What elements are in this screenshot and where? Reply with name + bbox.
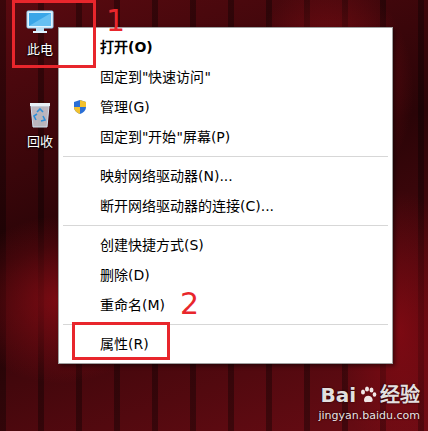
menu-item[interactable]: 断开网络驱动器的连接(C)... (59, 191, 392, 221)
watermark: Bai 经验 jingyan.baidu.com (318, 383, 420, 423)
menu-item[interactable]: 重命名(M) (59, 290, 392, 320)
menu-item[interactable]: 属性(R) (59, 329, 392, 359)
menu-item[interactable]: 创建快捷方式(S) (59, 230, 392, 260)
paw-icon (358, 385, 378, 405)
watermark-brand: Bai (320, 383, 356, 407)
menu-item-label: 管理(G) (100, 97, 150, 118)
menu-item-label: 打开(O) (100, 37, 153, 58)
menu-item-label: 映射网络驱动器(N)... (100, 166, 233, 187)
watermark-name: 经验 (380, 383, 420, 407)
menu-separator (59, 221, 392, 230)
desktop-icon-label: 此电 (27, 42, 53, 58)
watermark-url: jingyan.baidu.com (318, 409, 420, 423)
menu-item-label: 固定到"开始"屏幕(P) (100, 127, 230, 148)
highlight-box (12, 0, 96, 68)
menu-item-label: 重命名(M) (100, 295, 165, 316)
menu-item-label: 创建快捷方式(S) (100, 235, 204, 256)
menu-separator (59, 152, 392, 161)
recycle-bin-icon (24, 98, 56, 130)
step-number: 2 (180, 288, 199, 320)
highlight-box (72, 322, 170, 360)
desktop-icon-label: 回收 (27, 134, 53, 150)
menu-item-label: 断开网络驱动器的连接(C)... (100, 196, 274, 217)
this-pc-icon (24, 6, 56, 38)
menu-item[interactable]: 固定到"开始"屏幕(P) (59, 122, 392, 152)
menu-item-label: 属性(R) (100, 334, 149, 355)
menu-item[interactable]: 固定到"快速访问" (59, 62, 392, 92)
step-number: 1 (106, 5, 125, 37)
menu-item-label: 固定到"快速访问" (100, 67, 211, 88)
watermark-logo: Bai 经验 (320, 383, 420, 407)
menu-item[interactable]: 删除(D) (59, 260, 392, 290)
menu-item[interactable]: 映射网络驱动器(N)... (59, 161, 392, 191)
menu-item-label: 删除(D) (100, 265, 150, 286)
context-menu: 打开(O) 固定到"快速访问" 管理(G) 固定到"开始"屏幕(P) 映射网络驱动器(N… (58, 27, 393, 364)
menu-item[interactable]: 管理(G) (59, 92, 392, 122)
admin-shield-icon (72, 99, 88, 115)
desktop: 此电回收 打开(O) 固定到"快速访问" 管理(G) 固定到"开始"屏幕(P) 映射网络驱… (0, 0, 428, 431)
